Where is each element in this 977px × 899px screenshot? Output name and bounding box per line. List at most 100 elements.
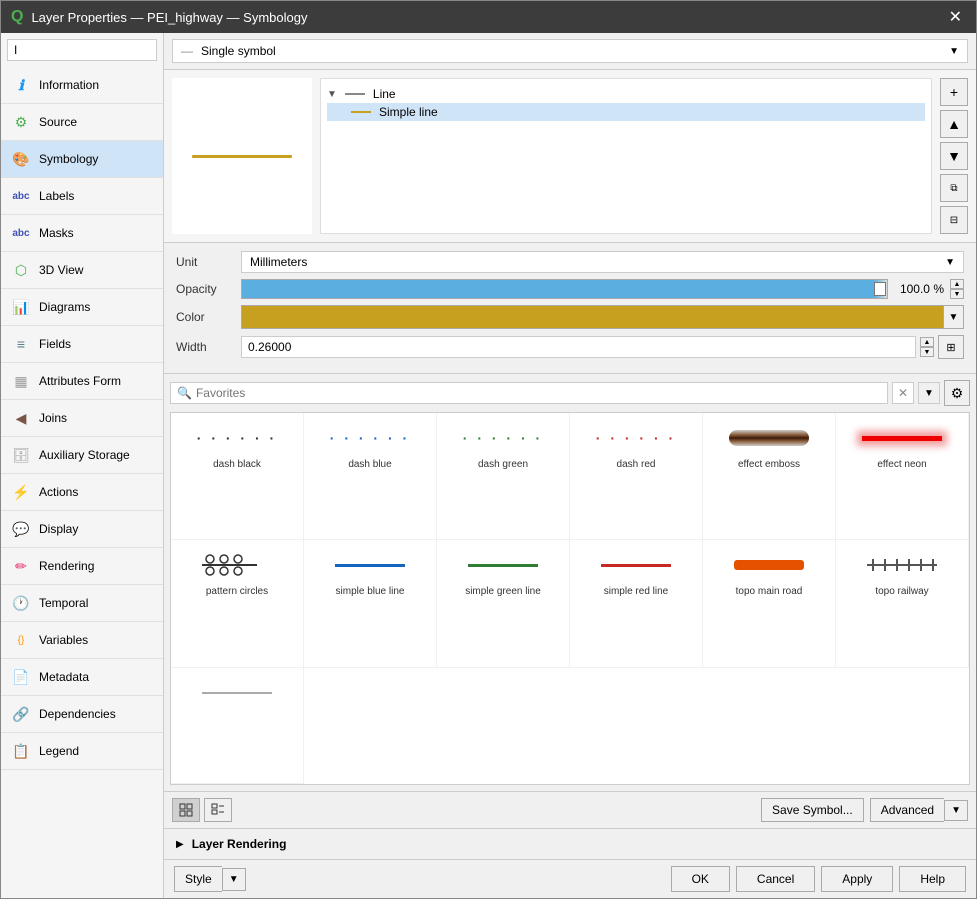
footer: Style ▼ OK Cancel Apply Help xyxy=(164,859,976,898)
width-spinner: ▲ ▼ xyxy=(920,337,934,357)
metadata-icon: 📄 xyxy=(11,667,31,687)
sidebar-label-rendering: Rendering xyxy=(39,559,94,573)
sidebar-item-fields[interactable]: ≡ Fields xyxy=(1,326,163,363)
ok-button[interactable]: OK xyxy=(671,866,730,892)
dash-blue-preview: · · · · · · xyxy=(322,423,418,453)
symbol-cell-effect-neon[interactable]: effect neon xyxy=(836,413,969,540)
move-up-button[interactable]: ▲ xyxy=(940,110,968,138)
symbol-cell-simple-red-line[interactable]: simple red line xyxy=(570,540,703,667)
sidebar-item-masks[interactable]: abc Masks xyxy=(1,215,163,252)
symbol-cell-topo-main-road[interactable]: topo main road xyxy=(703,540,836,667)
symbol-cell-dash-green[interactable]: · · · · · · dash green xyxy=(437,413,570,540)
grid-view-icon xyxy=(179,803,193,817)
add-layer-button[interactable]: + xyxy=(940,78,968,106)
unit-label: Unit xyxy=(176,255,241,269)
topo-railway-label: topo railway xyxy=(875,586,928,597)
unit-select[interactable]: Millimeters ▼ xyxy=(241,251,964,273)
sidebar-item-actions[interactable]: ⚡ Actions xyxy=(1,474,163,511)
close-button[interactable]: ✕ xyxy=(945,7,966,27)
favorites-dropdown-button[interactable]: ▼ xyxy=(918,382,940,404)
color-picker-button[interactable] xyxy=(241,305,944,329)
apply-button[interactable]: Apply xyxy=(821,866,893,892)
unit-value: Millimeters ▼ xyxy=(241,251,964,273)
width-expression-button[interactable]: ⊞ xyxy=(938,335,964,359)
list-view-button[interactable] xyxy=(204,798,232,822)
sidebar-item-source[interactable]: ⚙ Source xyxy=(1,104,163,141)
sidebar-label-diagrams: Diagrams xyxy=(39,300,90,314)
remove-layer-button[interactable]: ⊟ xyxy=(940,206,968,234)
symbols-grid: · · · · · · dash black · · · · · · dash … xyxy=(170,412,970,785)
dash-black-preview: · · · · · · xyxy=(189,423,285,453)
sidebar-item-display[interactable]: 💬 Display xyxy=(1,511,163,548)
favorites-settings-button[interactable]: ⚙ xyxy=(944,380,970,406)
style-main-button[interactable]: Style xyxy=(174,866,222,892)
favorites-search-input[interactable] xyxy=(196,386,881,400)
effect-emboss-preview xyxy=(721,423,817,453)
symbol-cell-simple-green-line[interactable]: simple green line xyxy=(437,540,570,667)
sidebar-item-symbology[interactable]: 🎨 Symbology xyxy=(1,141,163,178)
symbol-preview-area: ▼ Line Simple line + ▲ ▼ xyxy=(164,70,976,243)
unit-select-arrow: ▼ xyxy=(945,257,955,268)
fields-icon: ≡ xyxy=(11,334,31,354)
sidebar-item-attributes-form[interactable]: ▦ Attributes Form xyxy=(1,363,163,400)
dash-red-preview: · · · · · · xyxy=(588,423,684,453)
legend-icon: 📋 xyxy=(11,741,31,761)
layer-rendering-section[interactable]: ▶ Layer Rendering xyxy=(164,828,976,859)
sidebar-search-input[interactable] xyxy=(7,39,157,61)
symbology-icon: 🎨 xyxy=(11,149,31,169)
style-dropdown-button[interactable]: ▼ xyxy=(222,868,246,891)
tree-item-simple-line[interactable]: Simple line xyxy=(327,103,925,121)
favorites-clear-button[interactable]: ✕ xyxy=(892,382,914,404)
width-input[interactable] xyxy=(241,336,916,358)
width-up-button[interactable]: ▲ xyxy=(920,337,934,347)
help-button[interactable]: Help xyxy=(899,866,966,892)
topo-railway-svg xyxy=(867,555,937,575)
symbol-cell-effect-emboss[interactable]: effect emboss xyxy=(703,413,836,540)
opacity-container: 100.0 % ▲ ▼ xyxy=(241,279,964,299)
grid-view-button[interactable] xyxy=(172,798,200,822)
symbol-cell-pattern-circles[interactable]: pattern circles xyxy=(171,540,304,667)
sidebar-label-auxiliary-storage: Auxiliary Storage xyxy=(39,448,130,462)
cancel-button[interactable]: Cancel xyxy=(736,866,815,892)
symbol-type-select[interactable]: — Single symbol ▼ xyxy=(172,39,968,63)
opacity-bar[interactable] xyxy=(241,279,888,299)
sidebar-label-3dview: 3D View xyxy=(39,263,83,277)
window-title: Layer Properties — PEI_highway — Symbolo… xyxy=(31,10,307,25)
sidebar-item-rendering[interactable]: ✏ Rendering xyxy=(1,548,163,585)
symbol-cell-simple-blue-line[interactable]: simple blue line xyxy=(304,540,437,667)
sidebar-item-joins[interactable]: ◀ Joins xyxy=(1,400,163,437)
duplicate-button[interactable]: ⧉ xyxy=(940,174,968,202)
color-container: ▼ xyxy=(241,305,964,329)
sidebar-item-diagrams[interactable]: 📊 Diagrams xyxy=(1,289,163,326)
sidebar-item-labels[interactable]: abc Labels xyxy=(1,178,163,215)
topo-main-road-preview xyxy=(721,550,817,580)
sidebar-item-legend[interactable]: 📋 Legend xyxy=(1,733,163,770)
pattern-circles-preview xyxy=(189,550,285,580)
properties-section: Unit Millimeters ▼ Opacity xyxy=(164,243,976,374)
bottom-toolbar: Save Symbol... Advanced ▼ xyxy=(164,791,976,828)
sidebar-item-3dview[interactable]: ⬡ 3D View xyxy=(1,252,163,289)
sidebar-item-dependencies[interactable]: 🔗 Dependencies xyxy=(1,696,163,733)
sidebar-item-auxiliary-storage[interactable]: 🗄 Auxiliary Storage xyxy=(1,437,163,474)
move-down-button[interactable]: ▼ xyxy=(940,142,968,170)
symbol-cell-dash-blue[interactable]: · · · · · · dash blue xyxy=(304,413,437,540)
tree-item-line[interactable]: ▼ Line xyxy=(327,85,925,103)
advanced-main-button[interactable]: Advanced xyxy=(870,798,944,822)
sidebar-item-temporal[interactable]: 🕐 Temporal xyxy=(1,585,163,622)
symbol-cell-dash-black[interactable]: · · · · · · dash black xyxy=(171,413,304,540)
advanced-dropdown-button[interactable]: ▼ xyxy=(944,800,968,821)
symbol-cell-topo-railway[interactable]: topo railway xyxy=(836,540,969,667)
save-symbol-button[interactable]: Save Symbol... xyxy=(761,798,864,822)
opacity-down-button[interactable]: ▼ xyxy=(950,289,964,299)
app-icon: Q xyxy=(11,8,23,26)
sidebar-item-variables[interactable]: {} Variables xyxy=(1,622,163,659)
symbol-cell-dash-red[interactable]: · · · · · · dash red xyxy=(570,413,703,540)
sidebar-item-information[interactable]: ℹ Information xyxy=(1,67,163,104)
right-panel: — Single symbol ▼ ▼ xyxy=(164,33,976,898)
symbol-tree: ▼ Line Simple line xyxy=(320,78,932,234)
opacity-up-button[interactable]: ▲ xyxy=(950,279,964,289)
sidebar-item-metadata[interactable]: 📄 Metadata xyxy=(1,659,163,696)
symbol-cell-simple-gray[interactable] xyxy=(171,668,304,784)
color-dropdown-button[interactable]: ▼ xyxy=(944,305,964,329)
width-down-button[interactable]: ▼ xyxy=(920,347,934,357)
